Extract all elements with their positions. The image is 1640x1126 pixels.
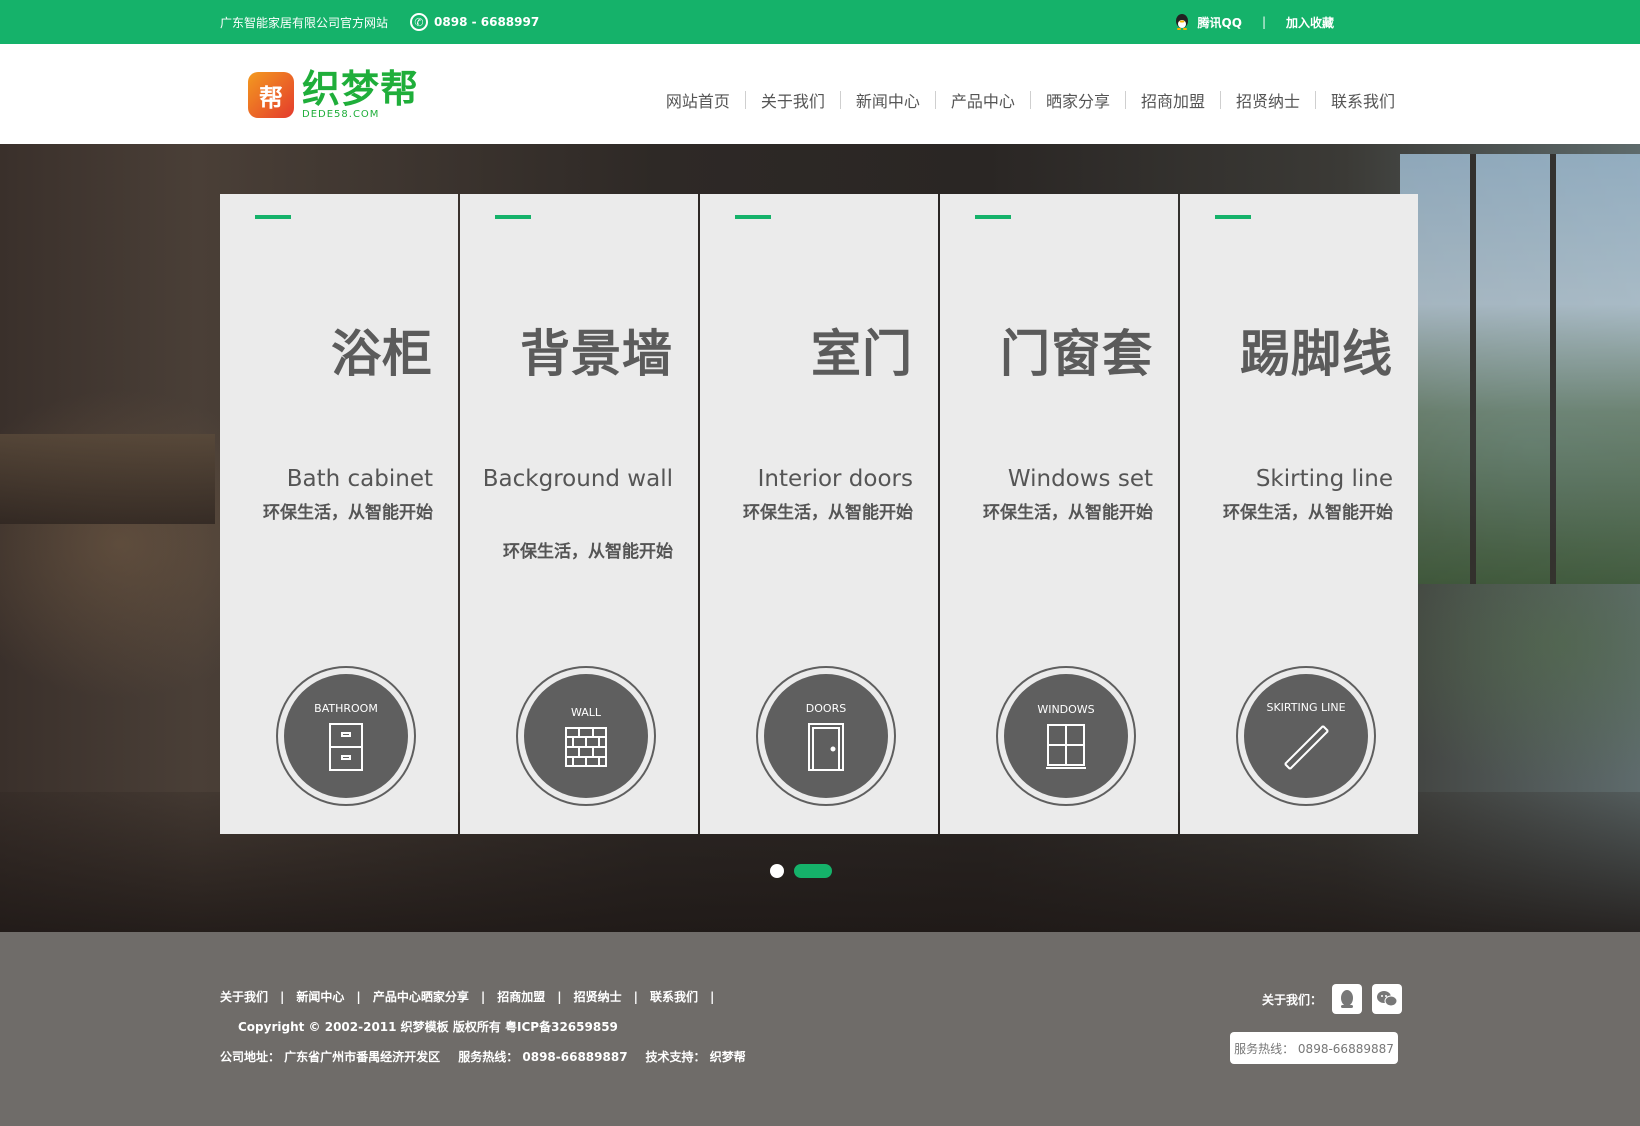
nav-item-news[interactable]: 新闻中心 <box>841 88 935 112</box>
card-title: 踢脚线 <box>1240 325 1393 383</box>
carousel-dot-2-active[interactable] <box>794 864 832 878</box>
nav-item-franchise[interactable]: 招商加盟 <box>1126 88 1220 112</box>
logo-title: 织梦帮 <box>302 67 420 111</box>
skirting-line-icon <box>1284 724 1329 770</box>
card-slogan: 环保生活，从智能开始 <box>1223 503 1393 523</box>
nav-item-share[interactable]: 晒家分享 <box>1031 88 1125 112</box>
topbar-separator: | <box>1261 15 1266 29</box>
card-title: 室门 <box>811 325 913 383</box>
add-favorite-link[interactable]: 加入收藏 <box>1286 14 1334 31</box>
service-hotline: 服务热线： 0898-66889887 <box>458 1050 628 1064</box>
logo-subtitle: DEDE58.COM <box>302 109 380 120</box>
card-accent-line <box>255 215 291 219</box>
phone-number: 0898 - 6688997 <box>434 15 540 29</box>
footer-links: 关于我们 | 新闻中心 | 产品中心晒家分享 | 招商加盟 | 招贤纳士 | 联… <box>220 988 726 1005</box>
footer-separator: | <box>557 989 562 1004</box>
main-nav: 网站首页 关于我们 新闻中心 产品中心 晒家分享 招商加盟 招贤纳士 联系我们 <box>651 88 1410 112</box>
about-us-label: 关于我们： <box>1262 992 1323 1007</box>
footer-separator: | <box>280 989 285 1004</box>
card-accent-line <box>735 215 771 219</box>
top-bar: 广东智能家居有限公司官方网站 ✆ 0898 - 6688997 腾讯QQ | 加… <box>0 0 1640 44</box>
card-accent-line <box>495 215 531 219</box>
company-address: 公司地址： 广东省广州市番禺经济开发区 <box>220 1050 441 1064</box>
card-accent-line <box>975 215 1011 219</box>
card-title: 浴柜 <box>331 325 433 383</box>
window-icon <box>1046 723 1086 769</box>
footer-info: 公司地址： 广东省广州市番禺经济开发区 服务热线： 0898-66889887 … <box>220 1048 746 1065</box>
door-icon <box>808 722 844 771</box>
nav-item-contact[interactable]: 联系我们 <box>1316 88 1410 112</box>
cabinet-icon <box>329 722 363 771</box>
card-slogan: 环保生活，从智能开始 <box>743 503 913 523</box>
card-english-name: Skirting line <box>1255 466 1393 492</box>
product-card-doors[interactable]: 室门 Interior doors 环保生活，从智能开始 DOORS <box>700 194 938 834</box>
phone-icon: ✆ <box>410 13 429 31</box>
product-cards: 浴柜 Bath cabinet 环保生活，从智能开始 BATHROOM 背景墙 … <box>220 194 1420 834</box>
qq-penguin-icon <box>1175 14 1188 30</box>
product-card-wall[interactable]: 背景墙 Background wall 环保生活，从智能开始 WALL <box>460 194 698 834</box>
product-card-skirting[interactable]: 踢脚线 Skirting line 环保生活，从智能开始 SKIRTING LI… <box>1180 194 1418 834</box>
carousel-dots <box>770 864 832 878</box>
card-badge: DOORS <box>756 666 896 806</box>
card-slogan: 环保生活，从智能开始 <box>503 542 673 562</box>
site-logo[interactable]: 帮 织梦帮 DEDE58.COM <box>248 70 419 120</box>
qq-icon[interactable] <box>1332 984 1363 1014</box>
footer-link-about[interactable]: 关于我们 <box>220 988 268 1005</box>
carousel-dot-1[interactable] <box>770 864 784 878</box>
card-english-name: Background wall <box>482 466 673 492</box>
footer-link-news[interactable]: 新闻中心 <box>296 988 344 1005</box>
footer-separator: | <box>356 989 361 1004</box>
footer-social: 关于我们： <box>1262 984 1403 1014</box>
footer-separator: | <box>480 989 486 1004</box>
brick-wall-icon <box>565 726 607 767</box>
card-accent-line <box>1215 215 1251 219</box>
product-card-bathroom[interactable]: 浴柜 Bath cabinet 环保生活，从智能开始 BATHROOM <box>220 194 458 834</box>
badge-label: SKIRTING LINE <box>1266 700 1346 714</box>
badge-label: WINDOWS <box>1037 702 1095 716</box>
background-shelf <box>0 434 215 524</box>
badge-label: DOORS <box>805 701 847 715</box>
background-window-view <box>1400 154 1640 584</box>
footer-separator: | <box>633 989 639 1004</box>
copyright-text: Copyright © 2002-2011 织梦模板 版权所有 粤ICP备326… <box>238 1020 618 1034</box>
footer-link-contact[interactable]: 联系我们 <box>650 988 698 1005</box>
hotline-box: 服务热线： 0898-66889887 <box>1230 1032 1398 1064</box>
card-title: 门窗套 <box>1000 325 1153 383</box>
header: 帮 织梦帮 DEDE58.COM 网站首页 关于我们 新闻中心 产品中心 晒家分… <box>0 44 1640 144</box>
card-badge: BATHROOM <box>276 666 416 806</box>
company-name: 广东智能家居有限公司官方网站 <box>220 15 389 30</box>
footer-link-franchise[interactable]: 招商加盟 <box>497 988 545 1005</box>
footer-link-jobs[interactable]: 招贤纳士 <box>574 988 622 1005</box>
logo-mark: 帮 <box>248 72 294 118</box>
footer-link-products-share[interactable]: 产品中心晒家分享 <box>373 988 469 1005</box>
footer-separator: | <box>710 989 715 1004</box>
card-slogan: 环保生活，从智能开始 <box>983 503 1153 523</box>
nav-item-jobs[interactable]: 招贤纳士 <box>1221 88 1315 112</box>
card-title: 背景墙 <box>520 325 673 383</box>
card-english-name: Bath cabinet <box>286 466 433 492</box>
card-english-name: Windows set <box>1007 466 1153 492</box>
wechat-icon[interactable] <box>1372 984 1403 1014</box>
card-slogan: 环保生活，从智能开始 <box>263 503 433 523</box>
badge-label: WALL <box>570 705 602 719</box>
product-card-windows[interactable]: 门窗套 Windows set 环保生活，从智能开始 WINDOWS <box>940 194 1178 834</box>
card-english-name: Interior doors <box>757 466 913 492</box>
card-badge: WALL <box>516 666 656 806</box>
footer: 关于我们 | 新闻中心 | 产品中心晒家分享 | 招商加盟 | 招贤纳士 | 联… <box>0 932 1640 1126</box>
nav-item-home[interactable]: 网站首页 <box>651 88 745 112</box>
card-badge: SKIRTING LINE <box>1236 666 1376 806</box>
nav-item-products[interactable]: 产品中心 <box>936 88 1030 112</box>
tech-support: 技术支持： 织梦帮 <box>645 1050 746 1064</box>
card-badge: WINDOWS <box>996 666 1136 806</box>
nav-item-about[interactable]: 关于我们 <box>746 88 840 112</box>
badge-label: BATHROOM <box>314 701 378 715</box>
phone-info: ✆ 0898 - 6688997 <box>410 13 539 31</box>
qq-link[interactable]: 腾讯QQ <box>1198 14 1242 31</box>
